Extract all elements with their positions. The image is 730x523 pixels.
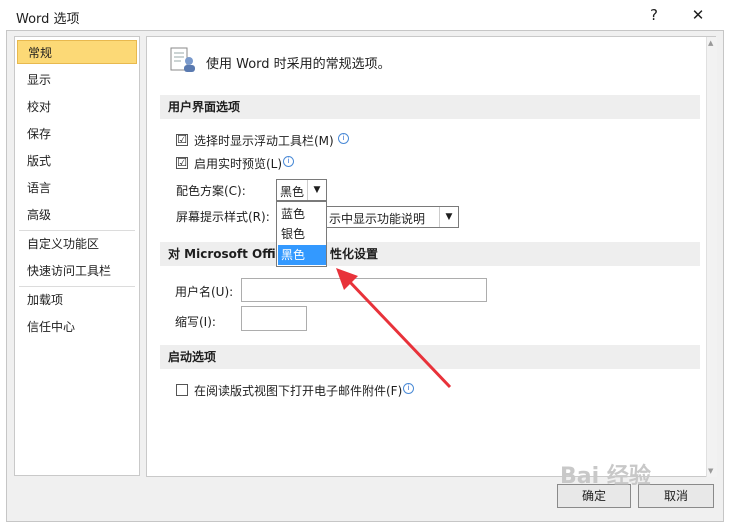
sidebar-divider bbox=[19, 230, 135, 231]
color-scheme-select[interactable]: 黑色 ▼ bbox=[276, 179, 327, 201]
annotation-arrow bbox=[336, 268, 452, 389]
baidu-watermark: Bai 经验 bbox=[560, 464, 651, 489]
live-preview-checkbox[interactable]: ☑ bbox=[176, 157, 188, 169]
mini-toolbar-checkbox[interactable]: ☑ bbox=[176, 134, 188, 146]
section-personalize-title-left: 对 Microsoft Offic bbox=[168, 247, 283, 261]
live-preview-label: 启用实时预览(L) bbox=[194, 157, 283, 171]
close-button[interactable]: ✕ bbox=[684, 4, 712, 26]
sidebar-item-general[interactable]: 常规 bbox=[17, 40, 137, 64]
sidebar-item-advanced[interactable]: 高级 bbox=[17, 203, 137, 227]
reading-view-checkbox[interactable] bbox=[176, 384, 188, 396]
general-options-icon bbox=[168, 44, 198, 77]
initials-label: 缩写(I): bbox=[175, 315, 216, 329]
dropdown-option-black[interactable]: 黑色 bbox=[278, 245, 326, 265]
color-scheme-label: 配色方案(C): bbox=[176, 184, 246, 198]
color-scheme-value: 黑色 bbox=[280, 185, 305, 199]
sidebar-item-customize-ribbon[interactable]: 自定义功能区 bbox=[17, 232, 137, 256]
sidebar-item-addins[interactable]: 加载项 bbox=[17, 288, 137, 312]
vertical-scrollbar[interactable]: ▲ ▼ bbox=[706, 37, 717, 477]
sidebar-item-display[interactable]: 显示 bbox=[17, 68, 137, 92]
help-button[interactable]: ? bbox=[640, 4, 668, 26]
title-bar: Word 选项 ? ✕ bbox=[0, 0, 730, 30]
options-sidebar: 常规 显示 校对 保存 版式 语言 高级 自定义功能区 快速访问工具栏 加载项 … bbox=[14, 36, 140, 476]
color-scheme-dropdown: 蓝色 银色 黑色 bbox=[276, 201, 327, 267]
info-icon: i bbox=[338, 133, 349, 144]
sidebar-item-quick-access-toolbar[interactable]: 快速访问工具栏 bbox=[17, 259, 137, 283]
sidebar-item-proofing[interactable]: 校对 bbox=[17, 95, 137, 119]
sidebar-item-trust-center[interactable]: 信任中心 bbox=[17, 315, 137, 339]
scroll-up-icon[interactable]: ▲ bbox=[708, 39, 713, 47]
dropdown-option-silver[interactable]: 银色 bbox=[278, 224, 326, 244]
dropdown-option-blue[interactable]: 蓝色 bbox=[278, 204, 326, 224]
mini-toolbar-label: 选择时显示浮动工具栏(M) bbox=[194, 134, 334, 148]
scroll-down-icon[interactable]: ▼ bbox=[708, 467, 713, 475]
sidebar-divider bbox=[19, 286, 135, 287]
header-text: 使用 Word 时采用的常规选项。 bbox=[206, 57, 391, 72]
window-title: Word 选项 bbox=[16, 12, 80, 27]
sidebar-item-language[interactable]: 语言 bbox=[17, 176, 137, 200]
screentip-label: 屏幕提示样式(R): bbox=[176, 210, 270, 224]
info-icon: i bbox=[283, 156, 294, 167]
screentip-value: 示中显示功能说明 bbox=[329, 212, 426, 226]
username-label: 用户名(U): bbox=[175, 285, 234, 299]
chevron-down-icon[interactable]: ▼ bbox=[307, 180, 326, 200]
chevron-down-icon[interactable]: ▼ bbox=[439, 207, 458, 227]
initials-input[interactable] bbox=[241, 306, 307, 331]
sidebar-item-save[interactable]: 保存 bbox=[17, 122, 137, 146]
section-ui-options: 用户界面选项 bbox=[160, 95, 700, 119]
sidebar-item-layout[interactable]: 版式 bbox=[17, 149, 137, 173]
